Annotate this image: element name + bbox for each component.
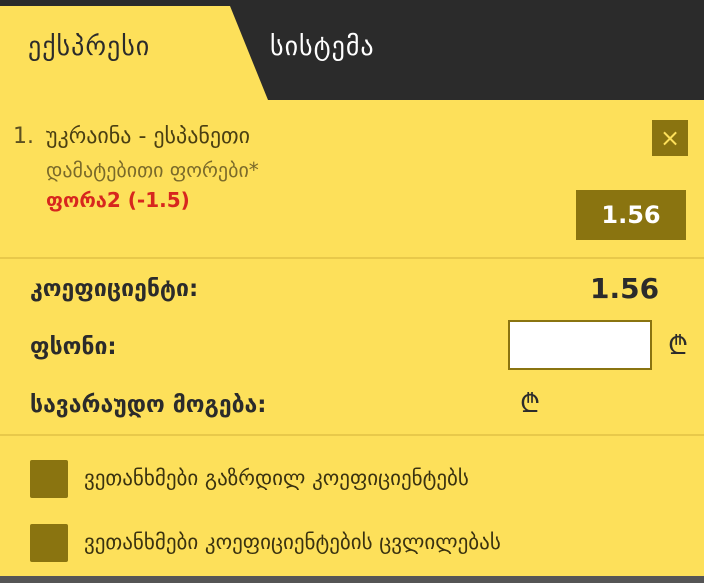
- divider: [0, 434, 704, 436]
- tab-express[interactable]: ექსპრესი: [0, 6, 268, 100]
- accept-increased-odds-label: ვეთანხმები გაზრდილ კოეფიციენტებს: [84, 466, 469, 490]
- accept-odds-changes-checkbox[interactable]: [30, 524, 68, 562]
- accept-odds-changes-label: ვეთანხმები კოეფიციენტების ცვლილებას: [84, 530, 501, 554]
- bet-selection: ფორა2 (-1.5): [46, 188, 190, 212]
- stake-input[interactable]: [508, 320, 652, 370]
- tab-express-label: ექსპრესი: [28, 32, 151, 62]
- bet-index: 1.: [13, 124, 34, 149]
- divider: [0, 257, 704, 259]
- betslip-panel: 1. უკრაინა - ესპანეთი დამატებითი ფორები*…: [0, 100, 704, 576]
- stake-label: ფსონი:: [30, 334, 117, 360]
- currency-icon: ₾: [668, 331, 689, 361]
- tab-system-label: სისტემა: [270, 32, 375, 62]
- currency-icon: ₾: [520, 389, 541, 419]
- coefficient-label: კოეფიციენტი:: [30, 276, 199, 302]
- bet-market-name: დამატებითი ფორები*: [46, 158, 259, 182]
- coefficient-value: 1.56: [590, 272, 660, 305]
- bet-event-name: უკრაინა - ესპანეთი: [46, 124, 251, 149]
- close-icon: ×: [659, 124, 681, 152]
- accept-increased-odds-checkbox[interactable]: [30, 460, 68, 498]
- bet-odds-badge: 1.56: [576, 190, 686, 240]
- payout-label: სავარაუდო მოგება:: [30, 392, 267, 418]
- remove-bet-button[interactable]: ×: [652, 120, 688, 156]
- bottom-border: [0, 576, 704, 583]
- betslip-tabs: ექსპრესი სისტემა: [0, 6, 704, 100]
